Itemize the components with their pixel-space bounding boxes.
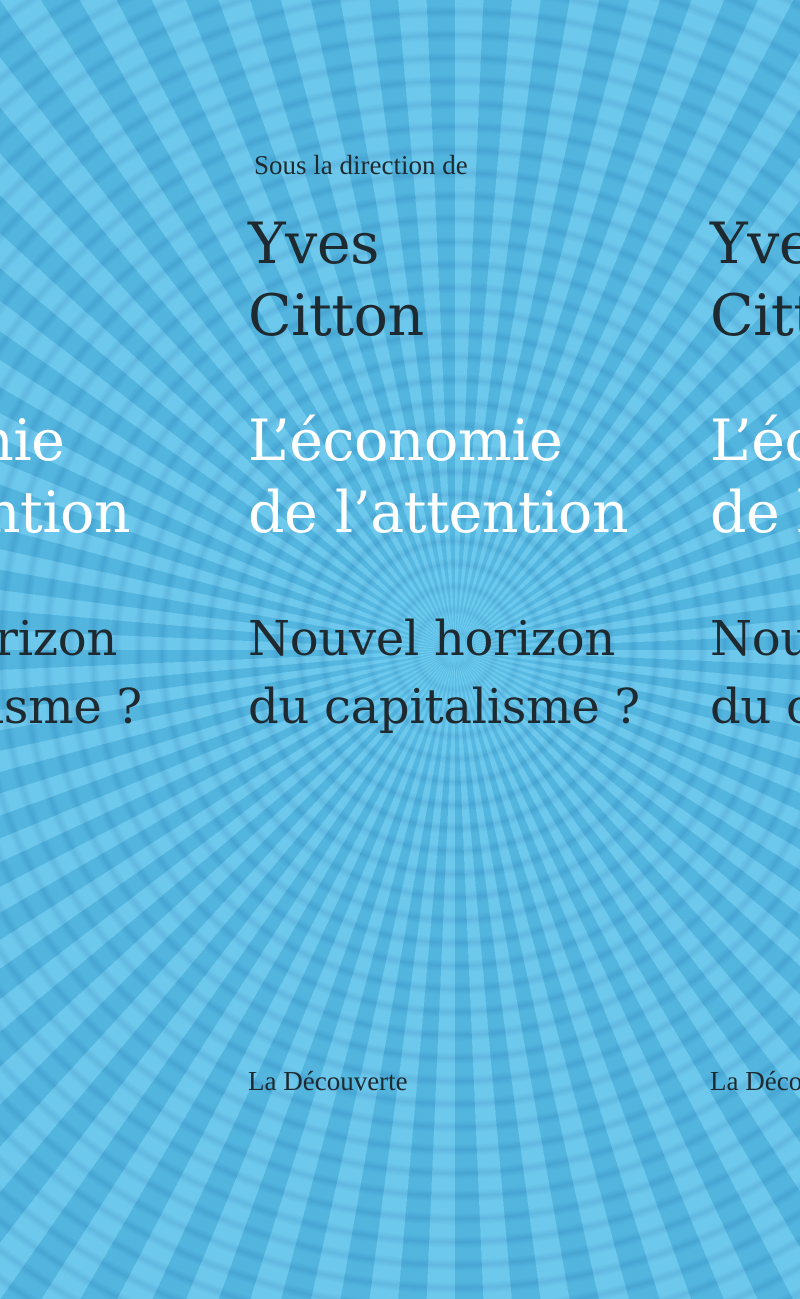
title-line-1: L’économie (248, 408, 563, 474)
book-cover: Yves Citton L’économie de l’attention No… (0, 0, 800, 1299)
author-last-name: Citton (710, 283, 800, 349)
publisher-name: La Découverte (248, 1066, 408, 1096)
subtitle-line-1: Nouvel horizon (248, 611, 615, 667)
cover-repeat-right: Yves Citton L’économie de l’attention No… (710, 0, 800, 1299)
subtitle-line-2: du capitalisme ? (248, 679, 640, 735)
author-first-name: Yves (710, 211, 800, 277)
book-title-repeat-right: L’économie de l’attention (710, 405, 800, 549)
cover-repeat-left: Yves Citton L’économie de l’attention No… (0, 0, 230, 1299)
title-line-2: de l’attention (710, 480, 800, 546)
book-title-repeat-left: L’économie de l’attention (0, 405, 131, 549)
direction-label: Sous la direction de (254, 150, 468, 180)
book-subtitle: Nouvel horizon du capitalisme ? (248, 605, 640, 741)
title-line-2: de l’attention (0, 480, 131, 546)
subtitle-line-2: du capitalisme ? (710, 679, 800, 735)
cover-main-text: Sous la direction de Yves Citton L’écono… (248, 0, 728, 1299)
title-line-1: L’économie (710, 408, 800, 474)
subtitle-line-1: Nouvel horizon (0, 611, 117, 667)
title-line-1: L’économie (0, 408, 65, 474)
book-subtitle-repeat-right: Nouvel horizon du capitalisme ? (710, 605, 800, 741)
author-name: Yves Citton (248, 208, 424, 352)
author-last-name: Citton (248, 283, 424, 349)
author-first-name: Yves (248, 211, 379, 277)
publisher-name-repeat-right: La Découverte (710, 1066, 800, 1096)
book-subtitle-repeat-left: Nouvel horizon du capitalisme ? (0, 605, 142, 741)
subtitle-line-1: Nouvel horizon (710, 611, 800, 667)
title-line-2: de l’attention (248, 480, 629, 546)
author-name-repeat-right: Yves Citton (710, 208, 800, 352)
book-title: L’économie de l’attention (248, 405, 629, 549)
subtitle-line-2: du capitalisme ? (0, 679, 142, 735)
